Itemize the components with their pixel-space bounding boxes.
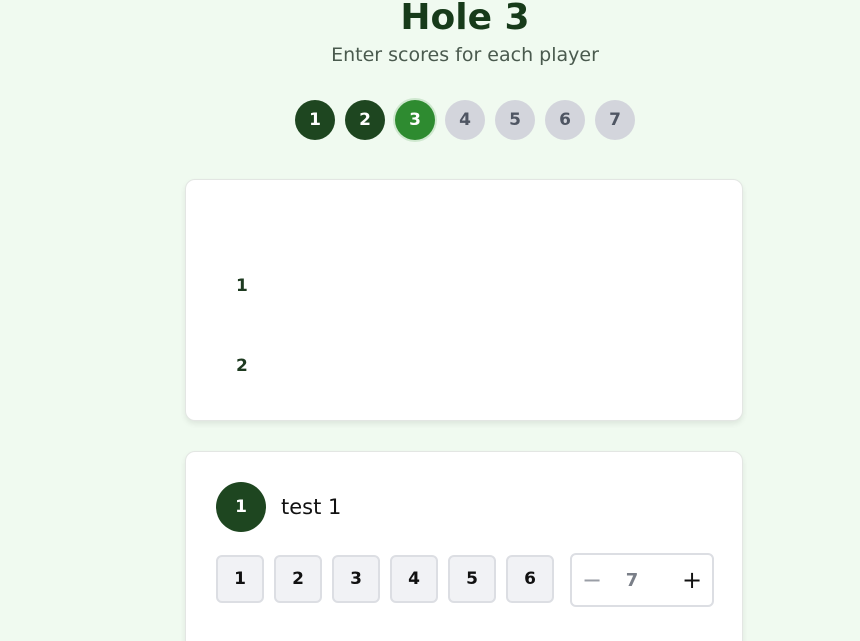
hole-step-1[interactable]: 1 xyxy=(295,100,335,140)
page-subtitle: Enter scores for each player xyxy=(331,44,599,66)
page: Hole 3 Enter scores for each player 1 2 … xyxy=(0,0,860,641)
summary-row: 2 xyxy=(236,356,248,376)
player-score-card: 1 test 1 1 2 3 4 5 6 − 7 + xyxy=(185,451,743,641)
score-button-1[interactable]: 1 xyxy=(216,555,264,603)
score-value[interactable]: 7 xyxy=(612,570,652,591)
hole-step-7[interactable]: 7 xyxy=(595,100,635,140)
hole-stepper: 1 2 3 4 5 6 7 xyxy=(295,100,635,140)
score-stepper: − 7 + xyxy=(570,553,714,607)
score-button-2[interactable]: 2 xyxy=(274,555,322,603)
summary-row: 1 xyxy=(236,276,248,296)
decrement-button[interactable]: − xyxy=(572,555,612,605)
hole-step-5[interactable]: 5 xyxy=(495,100,535,140)
quick-score-buttons: 1 2 3 4 5 6 xyxy=(216,555,554,603)
hole-step-6[interactable]: 6 xyxy=(545,100,585,140)
score-button-6[interactable]: 6 xyxy=(506,555,554,603)
score-button-5[interactable]: 5 xyxy=(448,555,496,603)
score-button-3[interactable]: 3 xyxy=(332,555,380,603)
hole-step-2[interactable]: 2 xyxy=(345,100,385,140)
player-name: test 1 xyxy=(281,495,342,519)
player-avatar: 1 xyxy=(216,482,266,532)
summary-card: 1 2 xyxy=(185,179,743,421)
hole-step-4[interactable]: 4 xyxy=(445,100,485,140)
score-button-4[interactable]: 4 xyxy=(390,555,438,603)
increment-button[interactable]: + xyxy=(672,555,712,605)
page-title: Hole 3 xyxy=(400,0,530,38)
hole-step-3[interactable]: 3 xyxy=(395,100,435,140)
